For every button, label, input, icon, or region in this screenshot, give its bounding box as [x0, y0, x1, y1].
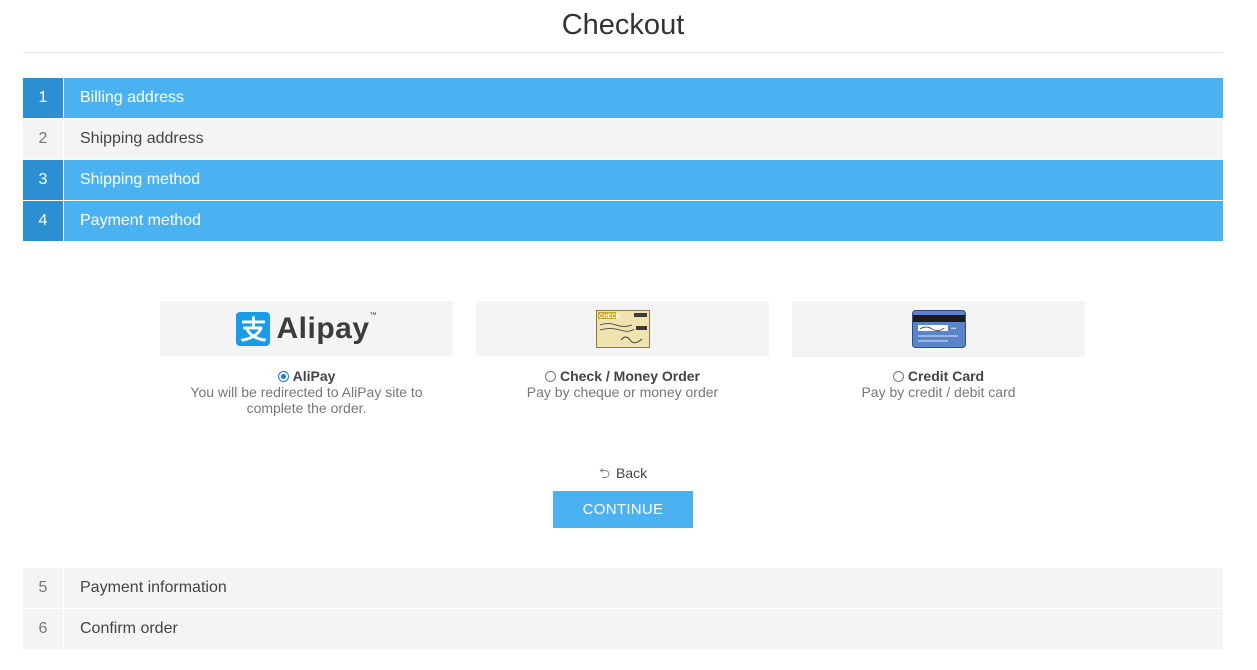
alipay-logo: 支 Alipay™ — [236, 311, 377, 346]
payment-method-check[interactable]: CHECK Check / Money Order Pay by cheque … — [476, 301, 769, 400]
step-billing-address[interactable]: 1 Billing address — [23, 78, 1223, 118]
step-label: Shipping method — [80, 171, 201, 188]
back-link[interactable]: ⮌ Back — [560, 465, 686, 481]
credit-card-image-icon: ••• — [911, 310, 966, 348]
alipay-logo-text: Alipay — [276, 311, 370, 345]
step-label: Confirm order — [80, 620, 178, 637]
alipay-option[interactable]: AliPay — [160, 368, 453, 384]
step-number: 5 — [23, 568, 64, 608]
title-divider — [23, 52, 1223, 53]
step-shipping-address[interactable]: 2 Shipping address — [23, 119, 1223, 159]
credit-card-option[interactable]: Credit Card — [792, 368, 1085, 384]
step-shipping-method[interactable]: 3 Shipping method — [23, 160, 1223, 200]
credit-card-logo-box[interactable]: ••• — [792, 301, 1085, 357]
step-confirm-order[interactable]: 6 Confirm order — [23, 609, 1223, 649]
step-label: Shipping address — [80, 130, 204, 147]
step-label: Billing address — [80, 89, 185, 106]
back-arrow-icon: ⮌ — [598, 465, 611, 481]
step-number: 6 — [23, 609, 64, 649]
step-label: Payment information — [80, 579, 227, 596]
step-number: 4 — [23, 201, 64, 241]
page-title: Checkout — [561, 9, 685, 41]
alipay-description: You will be redirected to AliPay site to… — [190, 384, 423, 416]
alipay-option-label[interactable]: AliPay — [293, 368, 336, 384]
checkout-page: Checkout 1 Billing address 2 Shipping ad… — [0, 0, 1257, 670]
step-number: 1 — [23, 78, 64, 118]
check-option-label[interactable]: Check / Money Order — [560, 368, 700, 384]
alipay-logo-box[interactable]: 支 Alipay™ — [160, 301, 453, 356]
check-option[interactable]: Check / Money Order — [476, 368, 769, 384]
check-description: Pay by cheque or money order — [526, 384, 719, 400]
step-payment-information[interactable]: 5 Payment information — [23, 568, 1223, 608]
svg-text:•••: ••• — [951, 326, 957, 332]
check-logo-box[interactable]: CHECK — [476, 301, 769, 356]
payment-method-credit-card[interactable]: ••• Credit Card Pay by credit / debit ca… — [792, 301, 1085, 400]
check-image-icon: CHECK — [595, 309, 650, 348]
step-label: Payment method — [80, 212, 201, 229]
step-number: 3 — [23, 160, 64, 200]
payment-method-alipay[interactable]: 支 Alipay™ AliPay You will be redirected … — [160, 301, 453, 416]
continue-button[interactable]: CONTINUE — [553, 491, 693, 528]
alipay-radio[interactable] — [277, 370, 289, 382]
svg-text:CHECK: CHECK — [599, 314, 621, 320]
credit-card-option-label[interactable]: Credit Card — [908, 368, 984, 384]
credit-card-description: Pay by credit / debit card — [861, 384, 1016, 400]
alipay-mark-icon: 支 — [236, 311, 271, 346]
step-payment-method[interactable]: 4 Payment method — [23, 201, 1223, 241]
step-number: 2 — [23, 119, 64, 159]
trademark-symbol: ™ — [369, 311, 377, 319]
check-radio[interactable] — [544, 370, 556, 382]
back-label[interactable]: Back — [616, 465, 647, 481]
credit-card-radio[interactable] — [892, 370, 904, 382]
